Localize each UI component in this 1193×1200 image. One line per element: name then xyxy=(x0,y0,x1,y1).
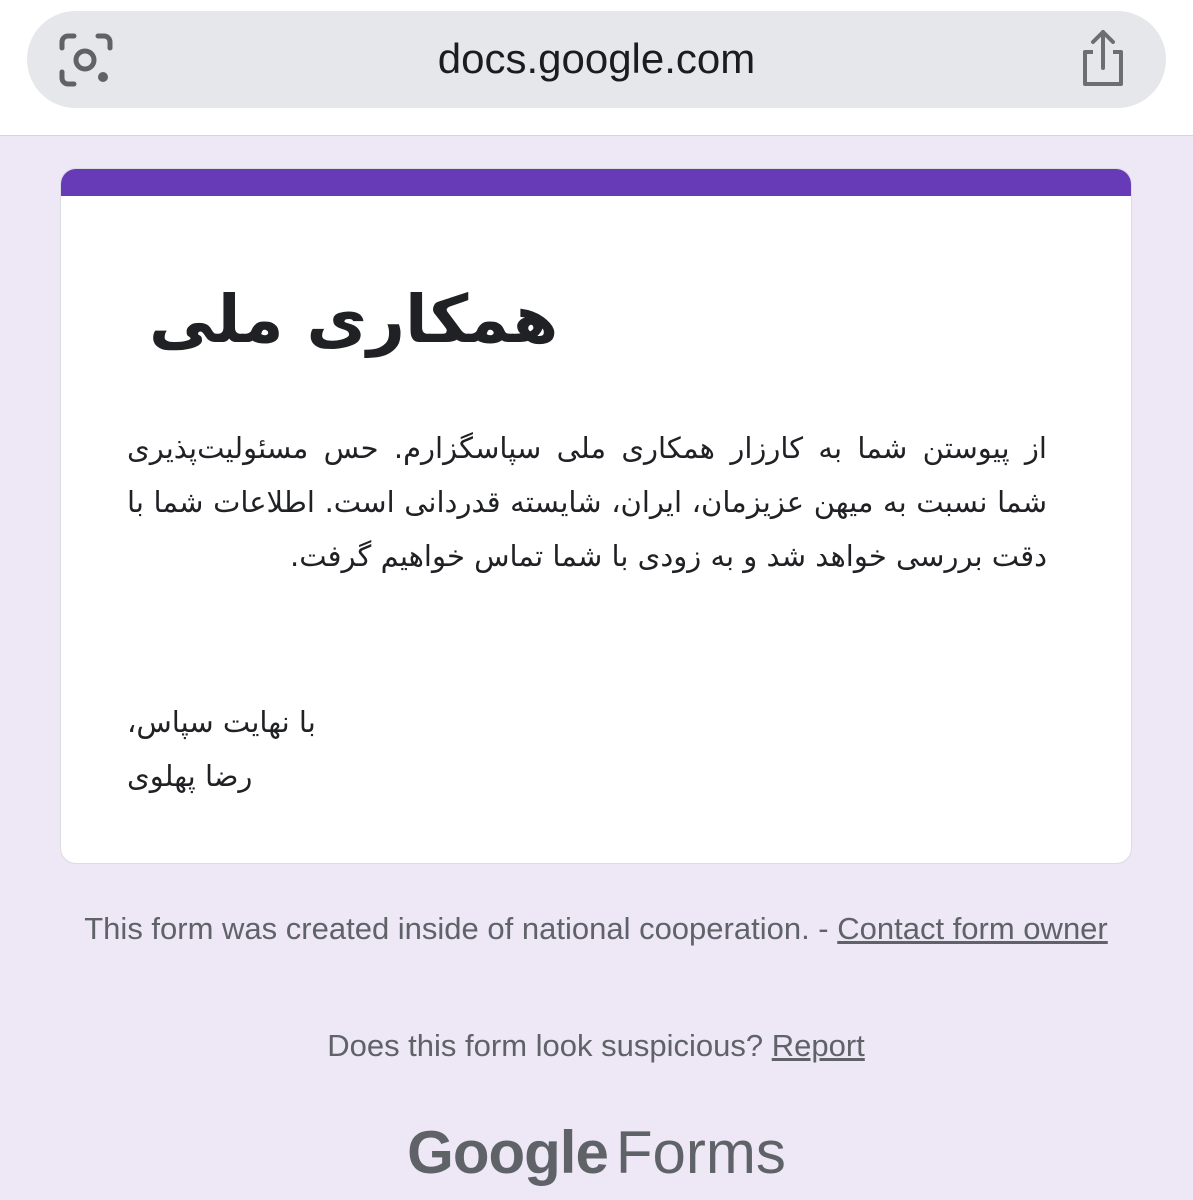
suspicious-notice: Does this form look suspicious? Report xyxy=(60,1025,1132,1067)
suspicious-text: Does this form look suspicious? xyxy=(327,1028,772,1063)
report-link[interactable]: Report xyxy=(772,1028,865,1063)
closing-text: با نهایت سپاس، xyxy=(127,705,316,739)
lens-icon[interactable] xyxy=(58,32,114,88)
created-text: This form was created inside of national… xyxy=(84,911,838,946)
brand-forms: Forms xyxy=(615,1119,786,1186)
card-accent-bar xyxy=(61,169,1131,196)
signature-block: با نهایت سپاس، رضا پهلوی xyxy=(127,695,316,803)
form-owner-notice: This form was created inside of national… xyxy=(60,908,1132,950)
form-card: همکاری ملی از پیوستن شما به کارزار همکار… xyxy=(60,168,1132,864)
brand-google: Google xyxy=(407,1119,609,1186)
google-forms-logo[interactable]: Google Forms xyxy=(0,1118,1193,1187)
contact-owner-link[interactable]: Contact form owner xyxy=(837,911,1108,946)
signature-text: رضا پهلوی xyxy=(127,759,253,793)
url-text[interactable]: docs.google.com xyxy=(27,11,1166,108)
description-text: از پیوستن شما به کارزار همکاری ملی سپاسگ… xyxy=(127,431,1047,573)
address-bar[interactable]: docs.google.com xyxy=(27,11,1166,108)
browser-toolbar: docs.google.com xyxy=(0,0,1193,136)
form-description: از پیوستن شما به کارزار همکاری ملی سپاسگ… xyxy=(127,421,1047,583)
form-title: همکاری ملی xyxy=(149,281,559,358)
share-icon[interactable] xyxy=(1075,28,1131,90)
